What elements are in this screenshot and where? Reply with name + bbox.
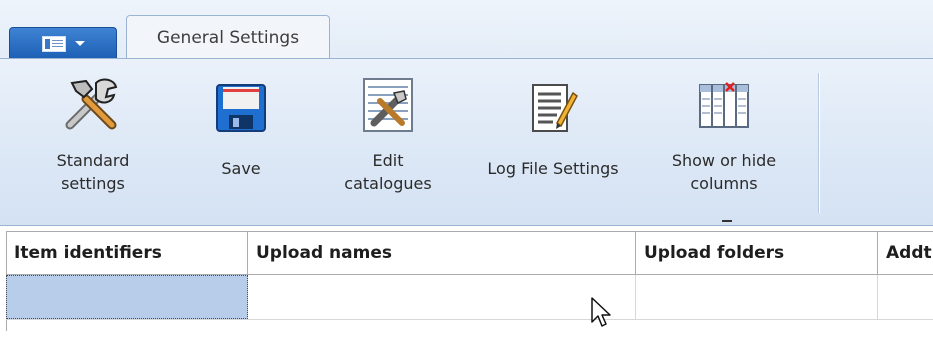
tools-icon bbox=[62, 69, 124, 135]
caret-down-icon bbox=[74, 41, 85, 46]
column-header-item-identifiers[interactable]: Item identifiers bbox=[6, 232, 248, 274]
log-file-settings-button[interactable]: Log File Settings bbox=[466, 65, 640, 215]
log-file-icon bbox=[527, 69, 579, 135]
document-list-icon bbox=[41, 35, 66, 52]
column-header-upload-names[interactable]: Upload names bbox=[248, 232, 636, 274]
show-hide-columns-button[interactable]: Show or hide columns bbox=[652, 65, 796, 215]
edit-catalogues-label: Edit catalogues bbox=[344, 151, 432, 193]
grid-cell-item-identifier[interactable] bbox=[6, 275, 248, 319]
ribbon-dash bbox=[722, 220, 732, 222]
ribbon-separator bbox=[818, 73, 819, 213]
data-grid: Item identifiers Upload names Upload fol… bbox=[6, 231, 933, 321]
table-row bbox=[6, 275, 933, 320]
save-button[interactable]: Save bbox=[206, 65, 276, 215]
standard-settings-button[interactable]: Standard settings bbox=[34, 65, 152, 215]
standard-settings-label: Standard settings bbox=[56, 151, 130, 193]
log-file-settings-label: Log File Settings bbox=[487, 159, 619, 178]
show-hide-columns-label: Show or hide columns bbox=[671, 151, 777, 193]
grid-header: Item identifiers Upload names Upload fol… bbox=[6, 231, 933, 275]
edit-catalogues-button[interactable]: Edit catalogues bbox=[328, 65, 448, 215]
grid-cell-additional[interactable] bbox=[878, 275, 933, 319]
floppy-disk-icon bbox=[213, 69, 269, 135]
grid-cell-upload-name[interactable] bbox=[248, 275, 636, 319]
column-header-additional[interactable]: Addt bbox=[878, 232, 933, 274]
save-label: Save bbox=[221, 159, 261, 178]
edit-catalogue-icon bbox=[358, 69, 418, 135]
tab-general-settings[interactable]: General Settings bbox=[126, 15, 330, 59]
tab-strip: General Settings bbox=[0, 0, 933, 59]
column-header-upload-folders[interactable]: Upload folders bbox=[636, 232, 878, 274]
mouse-cursor-icon bbox=[590, 296, 614, 334]
grid-cell-upload-folder[interactable] bbox=[636, 275, 878, 319]
app-menu-button[interactable] bbox=[9, 27, 117, 59]
columns-icon bbox=[696, 69, 752, 135]
ribbon: Standard settings Save Edit catalogues L… bbox=[0, 58, 933, 226]
